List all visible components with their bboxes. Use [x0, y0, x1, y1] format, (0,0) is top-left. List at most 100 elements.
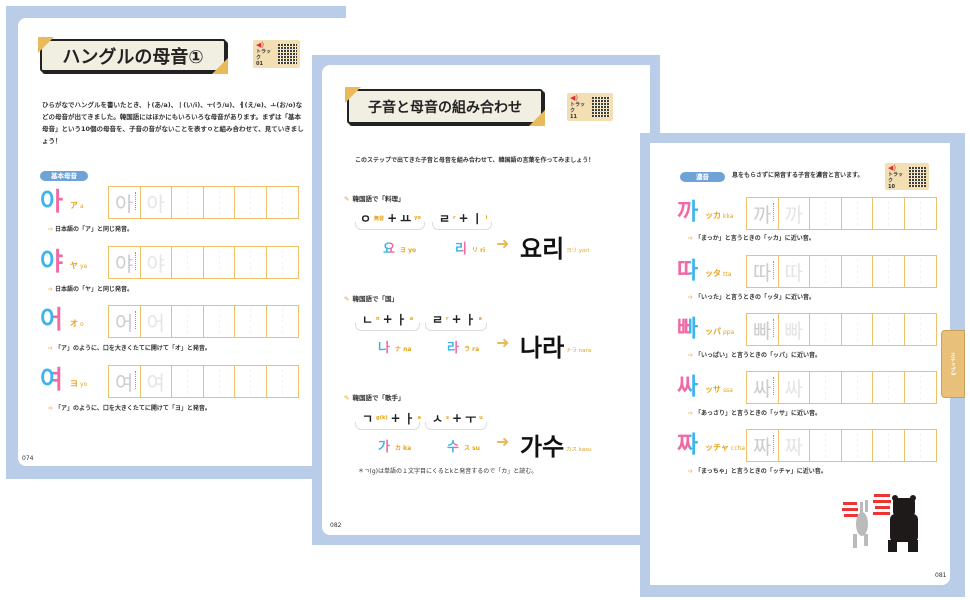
syllable-reading: ヨ yo: [400, 247, 417, 254]
pronunciation-note: ➩ 「あっさり」と言うときの「ッサ」に近い音。: [688, 410, 822, 417]
practice-grid[interactable]: 어어: [108, 305, 299, 338]
pencil-icon: ✎: [344, 295, 350, 303]
result-word-reading: カス kasu: [566, 447, 592, 453]
section-description: 息をもらさずに発音する子音を濃音と言います。: [732, 172, 864, 179]
page-number: 074: [22, 455, 34, 462]
section-label: 濃音: [680, 172, 725, 182]
reading: ッパ ppa: [705, 327, 735, 336]
speaker-icon: ◀): [570, 94, 579, 102]
bracket: [432, 222, 492, 230]
bracket: [355, 222, 425, 230]
syllable: 라: [447, 337, 459, 356]
result-word-reading: ヨリ yori: [566, 248, 590, 254]
practice-grid[interactable]: 야야: [108, 246, 299, 279]
section-heading: ✎ 韓国語で「歌手」: [344, 394, 405, 402]
page-title-banner: ハングルの母音①: [38, 37, 228, 74]
track-number: 10: [888, 183, 895, 190]
reading: ッサ ssa: [705, 385, 733, 394]
banner-corner: [38, 37, 54, 53]
track-number: 11: [570, 114, 577, 120]
pencil-icon: ✎: [344, 195, 350, 203]
arrow-right-icon: ➜: [496, 432, 510, 451]
reading: ヨ yo: [70, 379, 88, 388]
syllable: 가: [378, 436, 390, 455]
track-label: トラック: [888, 171, 904, 184]
hangul-char: 따: [677, 258, 699, 284]
speaker-icon: ◀): [256, 41, 265, 49]
hangul-char: 야: [40, 247, 64, 276]
practice-grid[interactable]: 여여: [108, 365, 299, 398]
page-number: 082: [330, 522, 342, 529]
section-label: 基本母音: [40, 171, 88, 181]
result-word: 요리: [520, 235, 565, 263]
practice-grid[interactable]: 아아: [108, 186, 299, 219]
pronunciation-note: ➩ 日本語の「ア」と同じ発音。: [48, 226, 134, 233]
arrow-icon: ➩: [48, 345, 54, 352]
intro-text: ひらがなでハングルを書いたとき、ㅏ(あ/a)、ㅣ(い/i)、ㅜ(う/u)、ㅔ(え…: [42, 101, 304, 145]
track-number: 01: [256, 61, 263, 67]
speaker-icon: ◀): [888, 163, 897, 172]
practice-grid[interactable]: 싸싸: [746, 371, 937, 404]
qr-code-icon: [908, 166, 926, 187]
pronunciation-note: ➩ 「ア」のように、口を大きくたてに開けて「オ」と発音。: [48, 345, 211, 352]
hangul-char: 여: [40, 365, 64, 394]
bear-and-rabbit-illustration: [842, 494, 918, 552]
syllable-reading: ナ na: [395, 346, 412, 353]
arrow-icon: ➩: [48, 286, 54, 293]
hangul-char: 어: [40, 305, 64, 334]
result-word: 가수: [520, 433, 565, 461]
reading: ヤ ya: [70, 261, 88, 270]
track-label: トラック: [570, 102, 586, 114]
qr-code-icon: [278, 44, 297, 64]
page-number: 081: [935, 572, 947, 579]
syllable-reading: リ ri: [472, 247, 486, 254]
rabbit-icon: [853, 500, 868, 548]
bracket: [355, 323, 420, 331]
syllable: 요: [383, 238, 395, 257]
result-word: 나라: [520, 334, 565, 362]
audio-track-qr[interactable]: ◀) トラック 11: [567, 93, 613, 121]
page-title-banner: 子音と母音の組み合わせ: [345, 87, 545, 126]
hangul-char: 까: [677, 199, 699, 225]
practice-grid[interactable]: 빠빠: [746, 313, 937, 346]
pencil-icon: ✎: [344, 394, 350, 402]
arrow-right-icon: ➜: [496, 333, 510, 352]
hangul-char: 아: [40, 187, 64, 216]
hangul-char: 빠: [677, 316, 699, 342]
reading: ッタ tta: [705, 269, 732, 278]
page-title: 子音と母音の組み合わせ: [368, 99, 522, 116]
arrow-icon: ➩: [688, 294, 694, 301]
syllable-reading: カ ka: [395, 445, 412, 452]
arrow-right-icon: ➜: [496, 234, 510, 253]
arrow-icon: ➩: [688, 352, 694, 359]
arrow-icon: ➩: [48, 226, 54, 233]
qr-code-icon: [591, 97, 610, 117]
pronunciation-note: ➩ 「いっぱい」と言うときの「ッパ」に近い音。: [688, 352, 822, 359]
bear-icon: [888, 495, 918, 552]
reading: オo: [70, 319, 84, 328]
bracket: [425, 323, 487, 331]
syllable: 리: [455, 238, 467, 257]
page-title: ハングルの母音①: [62, 46, 204, 68]
banner-corner: [345, 87, 361, 103]
reading: ッカ kka: [705, 211, 734, 220]
hangul-char: 짜: [677, 432, 699, 458]
pronunciation-note: ➩ 「まっか」と言うときの「ッカ」に近い音。: [688, 235, 815, 242]
arrow-icon: ➩: [688, 235, 694, 242]
practice-grid[interactable]: 짜짜: [746, 429, 937, 462]
track-label: トラック: [256, 49, 272, 61]
syllable: 수: [447, 436, 459, 455]
arrow-icon: ➩: [688, 468, 694, 475]
chapter-tab[interactable]: ステップ3: [941, 330, 965, 398]
bracket: [355, 422, 420, 430]
audio-track-qr[interactable]: ◀) トラック 01: [253, 40, 300, 68]
practice-grid[interactable]: 까까: [746, 197, 937, 230]
practice-grid[interactable]: 따따: [746, 255, 937, 288]
section-heading: ✎ 韓国語で「料理」: [344, 195, 405, 203]
audio-track-qr[interactable]: ◀) トラック 10: [885, 163, 929, 190]
pronunciation-note: ➩ 「いった」と言うときの「ッタ」に近い音。: [688, 294, 816, 301]
result-word-reading: ナラ nara: [566, 348, 592, 354]
reading: ッチャ ccha: [705, 443, 745, 452]
pronunciation-note: ➩ 「ア」のように、口を大きくたてに開けて「ヨ」と発音。: [48, 405, 211, 412]
hangul-char: 싸: [677, 374, 699, 400]
